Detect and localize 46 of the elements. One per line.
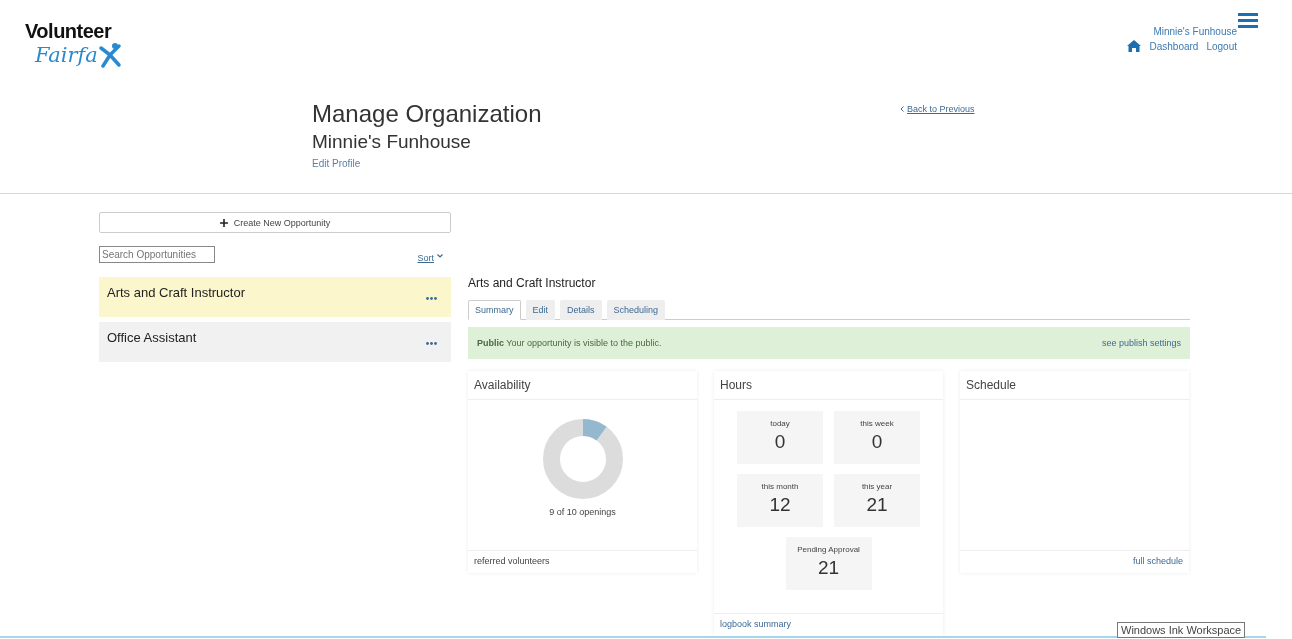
logo-text: Fairfa: [35, 43, 98, 67]
create-opportunity-button[interactable]: Create New Opportunity: [99, 212, 451, 233]
tile-label: this week: [860, 419, 894, 428]
publish-settings-link[interactable]: see publish settings: [1101, 338, 1181, 348]
menu-icon[interactable]: [1238, 13, 1258, 28]
figure-icon: [97, 42, 122, 68]
tile-label: today: [770, 419, 790, 428]
referred-volunteers-link[interactable]: referred volunteers: [468, 550, 697, 573]
card-title: Schedule: [960, 371, 1189, 400]
tab[interactable]: Scheduling: [606, 300, 666, 320]
opportunity-item[interactable]: Office Assistant: [99, 322, 451, 362]
plus-icon: [219, 218, 228, 227]
chevron-left-icon: [900, 106, 904, 112]
chevron-down-icon: [437, 253, 443, 259]
status-message: Public Your opportunity is visible to the public.: [477, 338, 663, 348]
tile-value: 0: [774, 431, 786, 453]
edit-profile-link[interactable]: Edit Profile: [312, 158, 542, 169]
opportunity-item[interactable]: Arts and Craft Instructor: [99, 277, 451, 317]
tab[interactable]: Summary: [468, 300, 521, 320]
full-schedule-link[interactable]: full schedule: [960, 550, 1189, 573]
tile-value: 21: [817, 557, 840, 579]
tab[interactable]: Edit: [525, 300, 556, 320]
back-link[interactable]: Back to Previous: [907, 104, 975, 114]
nav-link[interactable]: Logout: [1206, 40, 1237, 52]
opportunity-title: Arts and Craft Instructor: [468, 276, 597, 290]
search-field[interactable]: Search Opportunities: [99, 245, 215, 263]
logo-text: Volunteer: [25, 20, 113, 42]
home-icon[interactable]: [1127, 40, 1142, 52]
organization-name: Minnie's Funhouse: [312, 130, 472, 154]
tile-value: 21: [866, 494, 888, 516]
tile-value: 12: [769, 494, 791, 516]
page-title: Manage Organization: [312, 100, 542, 128]
tooltip: Windows Ink Workspace: [1117, 622, 1246, 638]
tile-value: 0: [871, 431, 883, 453]
openings-caption: 9 of 10 openings: [549, 507, 616, 517]
more-icon[interactable]: [426, 342, 437, 345]
tile-label: this year: [861, 482, 893, 491]
sort-link[interactable]: Sort: [417, 253, 434, 263]
card-title: Hours: [714, 371, 943, 400]
nav-link[interactable]: Dashboard: [1149, 40, 1199, 52]
tile-label: this month: [761, 482, 799, 491]
more-icon[interactable]: [426, 297, 437, 300]
tab[interactable]: Details: [560, 300, 602, 320]
organization-link[interactable]: Minnie's Funhouse: [1153, 26, 1237, 37]
card-title: Availability: [468, 371, 697, 400]
tile-label: Pending Approval: [797, 545, 860, 554]
